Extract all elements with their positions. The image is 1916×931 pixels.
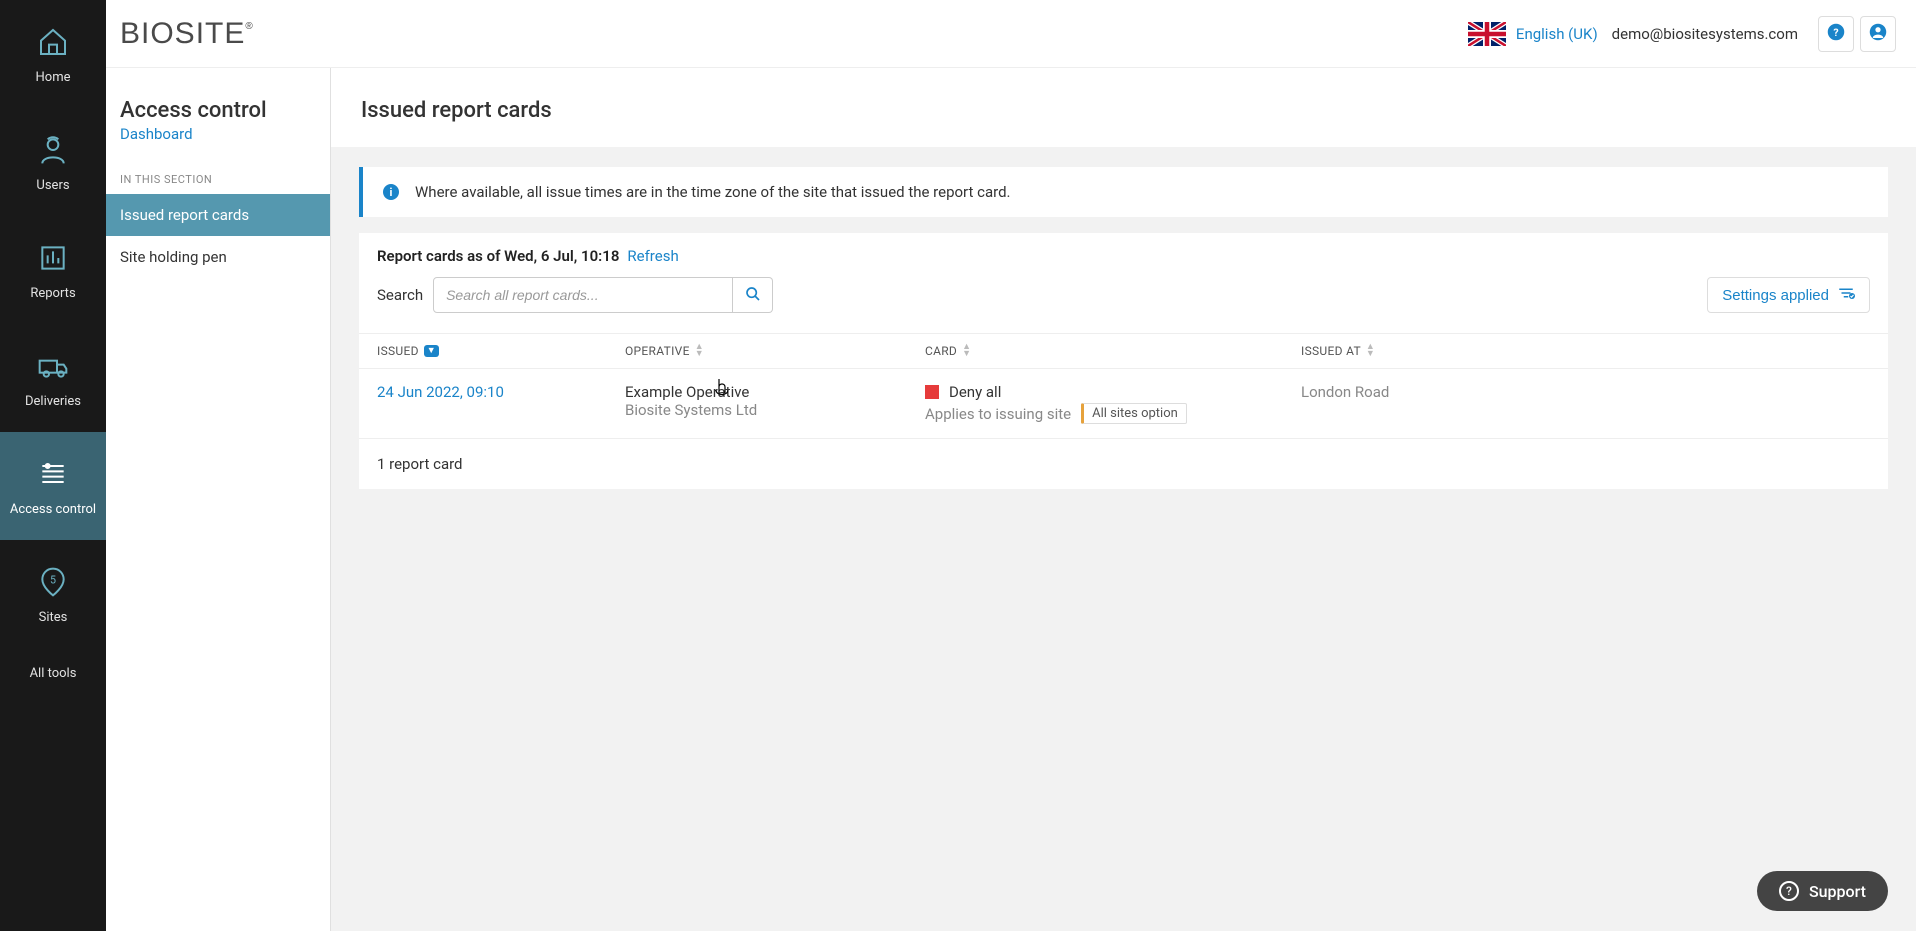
cell-card: Deny all Applies to issuing site All sit… <box>925 383 1301 424</box>
operative-company: Biosite Systems Ltd <box>625 401 925 419</box>
settings-applied-label: Settings applied <box>1722 287 1829 304</box>
info-icon: i <box>383 184 399 200</box>
nav-all-tools[interactable]: All tools <box>0 648 106 698</box>
search-row: Search Settings applied <box>359 277 1888 333</box>
language-link[interactable]: English (UK) <box>1516 25 1598 43</box>
account-icon <box>1869 23 1887 45</box>
list-icon <box>35 456 71 492</box>
table-row[interactable]: 24 Jun 2022, 09:10 Example Operative Bio… <box>359 369 1888 439</box>
sort-icon: ▲▼ <box>1366 344 1375 358</box>
col-issued-header[interactable]: ISSUED ▼ <box>377 344 625 358</box>
account-button[interactable] <box>1860 16 1896 52</box>
nav-label: Users <box>36 178 69 193</box>
panel-body: i Where available, all issue times are i… <box>331 147 1916 509</box>
section-label: IN THIS SECTION <box>106 163 330 194</box>
card-label: Deny all <box>949 383 1001 401</box>
nav-sites[interactable]: 5 Sites <box>0 540 106 648</box>
nav-label: Home <box>36 70 71 85</box>
refresh-link[interactable]: Refresh <box>627 247 678 265</box>
nav-deliveries[interactable]: Deliveries <box>0 324 106 432</box>
nav-label: Deliveries <box>25 394 81 409</box>
users-icon <box>35 132 71 168</box>
nav-label: Access control <box>10 502 96 517</box>
logo: BIOSITE® <box>120 17 254 51</box>
help-icon: ? <box>1827 23 1845 45</box>
section-title: Access control <box>106 98 330 123</box>
operative-name: Example Operative <box>625 383 925 401</box>
info-banner: i Where available, all issue times are i… <box>359 167 1888 217</box>
sort-desc-icon: ▼ <box>424 345 439 357</box>
panel-header: Issued report cards <box>331 68 1916 147</box>
home-icon <box>35 24 71 60</box>
flag-uk-icon <box>1468 22 1506 46</box>
issued-link[interactable]: 24 Jun 2022, 09:10 <box>377 383 504 401</box>
issued-at-value: London Road <box>1301 383 1389 401</box>
main-area: BIOSITE® English (UK) demo@biositesystem… <box>106 0 1916 931</box>
sidebar-item-site-holding-pen[interactable]: Site holding pen <box>106 236 330 278</box>
svg-text:?: ? <box>1833 25 1838 38</box>
nav-users[interactable]: Users <box>0 108 106 216</box>
nav-label: Reports <box>30 286 75 301</box>
nav-label: All tools <box>30 666 77 681</box>
support-label: Support <box>1809 882 1866 901</box>
page-title: Issued report cards <box>361 98 1886 123</box>
report-as-of-label: Report cards as of Wed, 6 Jul, 10:18 <box>377 247 619 265</box>
table-footer: 1 report card <box>359 439 1888 489</box>
support-button[interactable]: ? Support <box>1757 871 1888 911</box>
search-icon <box>745 286 761 305</box>
card-badge: All sites option <box>1081 403 1187 424</box>
col-card-header[interactable]: CARD ▲▼ <box>925 344 1301 358</box>
dashboard-link[interactable]: Dashboard <box>106 123 330 163</box>
topbar: BIOSITE® English (UK) demo@biositesystem… <box>106 0 1916 68</box>
info-banner-text: Where available, all issue times are in … <box>415 183 1011 201</box>
cell-issued-at: London Road <box>1301 383 1870 424</box>
content-row: Access control Dashboard IN THIS SECTION… <box>106 68 1916 931</box>
user-email: demo@biositesystems.com <box>1612 25 1798 43</box>
col-issuedat-header[interactable]: ISSUED AT ▲▼ <box>1301 344 1870 358</box>
nav-label: Sites <box>39 610 68 625</box>
sort-icon: ▲▼ <box>695 344 704 358</box>
search-input[interactable] <box>433 277 733 313</box>
card-scope: Applies to issuing site <box>925 405 1071 423</box>
cell-issued: 24 Jun 2022, 09:10 <box>377 383 625 424</box>
truck-icon <box>35 348 71 384</box>
filter-icon <box>1837 286 1855 304</box>
support-icon: ? <box>1779 881 1799 901</box>
search-button[interactable] <box>733 277 773 313</box>
nav-access-control[interactable]: Access control <box>0 432 106 540</box>
settings-applied-button[interactable]: Settings applied <box>1707 277 1870 313</box>
reports-icon <box>35 240 71 276</box>
panel: Issued report cards i Where available, a… <box>331 68 1916 931</box>
svg-text:5: 5 <box>50 573 56 586</box>
card-color-swatch <box>925 385 939 399</box>
nav-home[interactable]: Home <box>0 0 106 108</box>
nav-rail: Home Users Reports Deliveries Access con… <box>0 0 106 931</box>
nav-reports[interactable]: Reports <box>0 216 106 324</box>
col-operative-header[interactable]: OPERATIVE ▲▼ <box>625 344 925 358</box>
table-header: ISSUED ▼ OPERATIVE ▲▼ CARD ▲▼ ISSUED A <box>359 333 1888 369</box>
cell-operative: Example Operative Biosite Systems Ltd <box>625 383 925 424</box>
sort-icon: ▲▼ <box>962 344 971 358</box>
search-label: Search <box>377 286 423 304</box>
section-sidebar: Access control Dashboard IN THIS SECTION… <box>106 68 331 931</box>
pin-icon: 5 <box>35 564 71 600</box>
report-card-box: Report cards as of Wed, 6 Jul, 10:18 Ref… <box>359 233 1888 489</box>
help-button[interactable]: ? <box>1818 16 1854 52</box>
sidebar-item-issued-report-cards[interactable]: Issued report cards <box>106 194 330 236</box>
card-head: Report cards as of Wed, 6 Jul, 10:18 Ref… <box>359 233 1888 277</box>
